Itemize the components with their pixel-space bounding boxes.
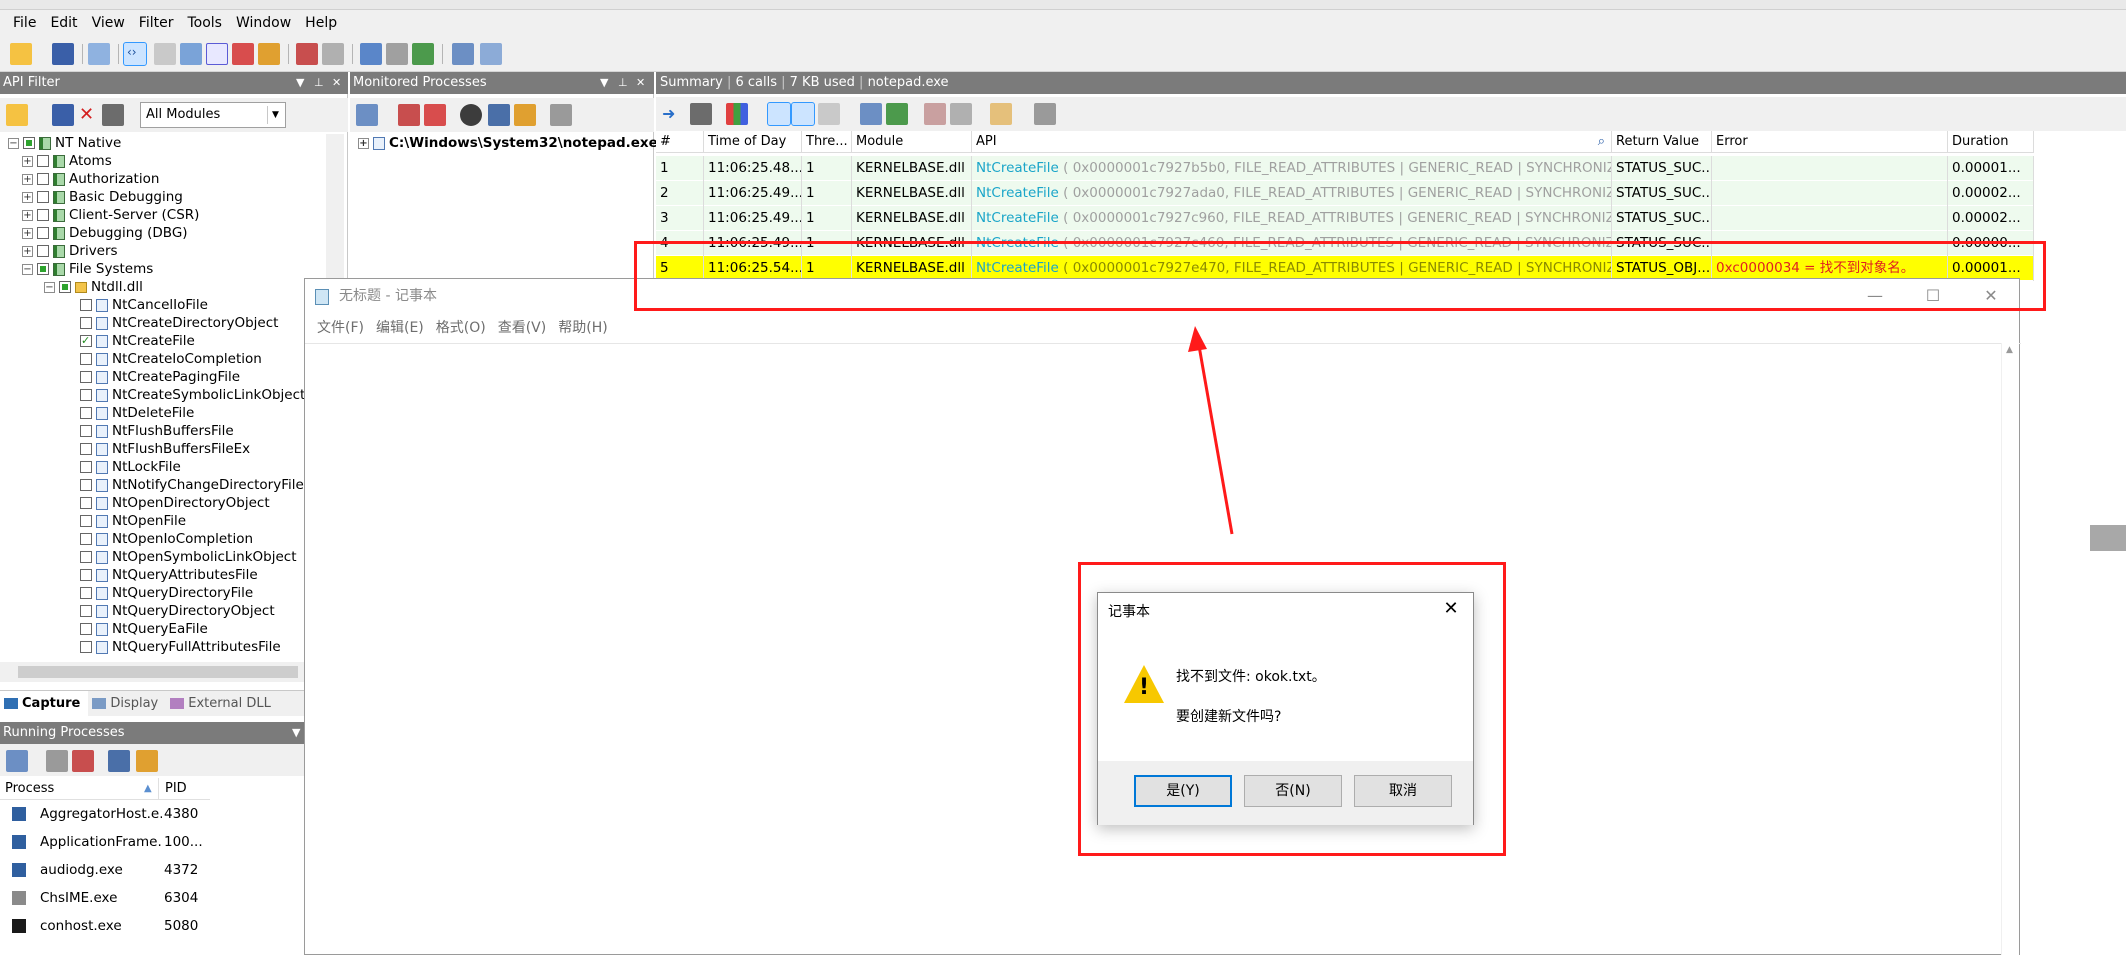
dialog-message: 找不到文件: okok.txt。 <box>1176 669 1326 685</box>
dialog-question: 要创建新文件吗? <box>1176 709 1282 725</box>
no-button[interactable]: 否(N) <box>1244 775 1342 807</box>
arrow-shaft <box>1196 339 1234 535</box>
annotation-arrow <box>1188 326 1234 535</box>
warning-icon-mark: ! <box>1139 675 1150 700</box>
cancel-button[interactable]: 取消 <box>1354 775 1452 807</box>
dialog-title: 记事本 <box>1108 604 1150 620</box>
yes-button[interactable]: 是(Y) <box>1134 775 1232 807</box>
message-dialog: 记事本 ✕ ! 找不到文件: okok.txt。 要创建新文件吗? 是(Y) 否… <box>1097 592 1474 825</box>
close-icon[interactable]: ✕ <box>1437 597 1465 621</box>
arrow-head <box>1188 326 1207 352</box>
